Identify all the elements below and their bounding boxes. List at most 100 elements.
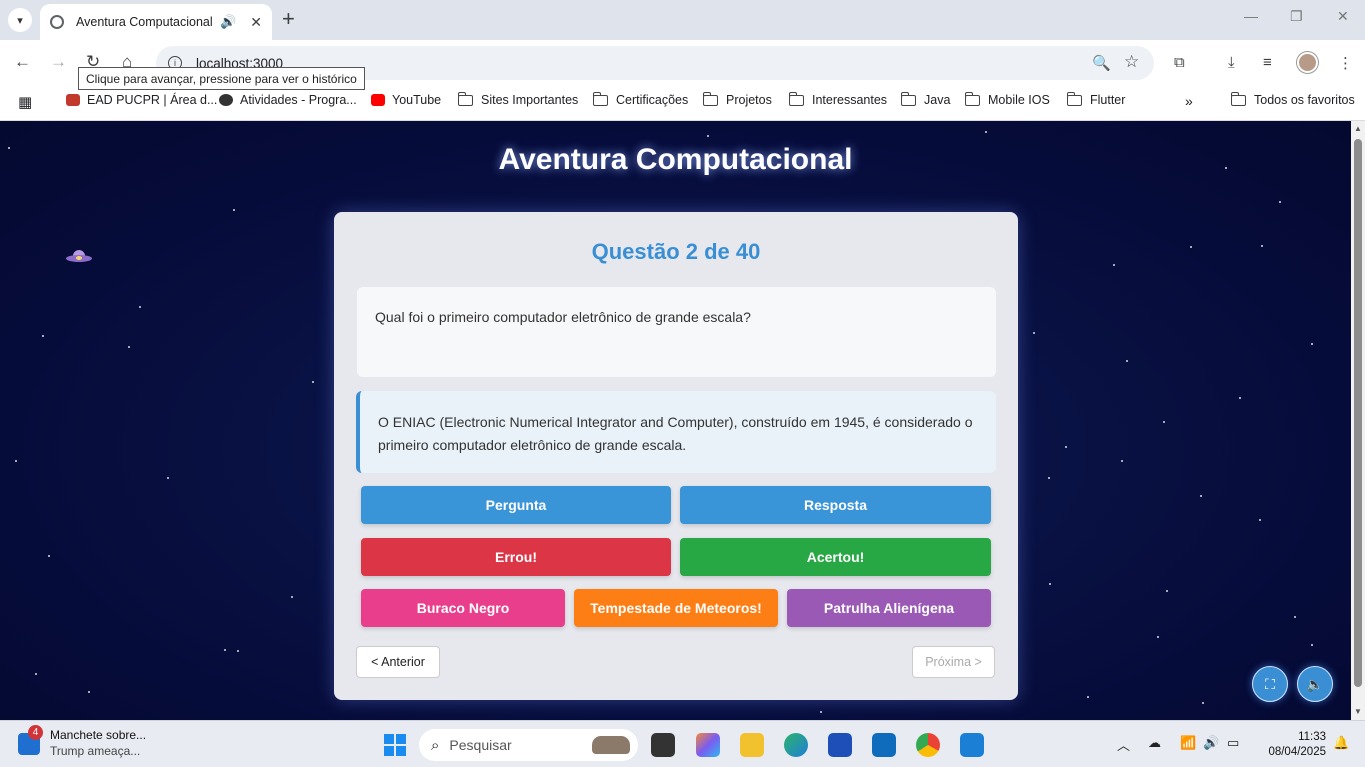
menu-icon[interactable]: ⋮	[1338, 54, 1353, 72]
atividades-icon	[219, 94, 233, 106]
bookmark-folder-certificacoes[interactable]: Certificações	[592, 91, 688, 107]
taskbar-search[interactable]: ⌕ Pesquisar	[419, 729, 638, 761]
clock-time: 11:33	[1298, 731, 1326, 743]
apps-grid-icon[interactable]: ▦	[18, 93, 32, 111]
answer-text: O ENIAC (Electronic Numerical Integrator…	[378, 414, 973, 453]
star	[35, 673, 37, 675]
windows-start-icon[interactable]	[384, 734, 406, 756]
page-scrollbar[interactable]: ▲ ▼	[1351, 121, 1365, 720]
folder-icon	[1230, 91, 1246, 106]
bookmark-ead[interactable]: EAD PUCPR | Área d...	[66, 93, 217, 107]
profile-avatar[interactable]	[1297, 52, 1318, 73]
chrome-icon[interactable]	[916, 733, 940, 757]
more-bookmarks-chevron-icon[interactable]: »	[1185, 93, 1193, 109]
file-explorer-icon[interactable]	[740, 733, 764, 757]
bookmark-atividades[interactable]: Atividades - Progra...	[219, 93, 357, 107]
bookmark-folder-interessantes[interactable]: Interessantes	[788, 91, 887, 107]
extensions-icon[interactable]: ⧉	[1174, 54, 1185, 71]
star	[128, 346, 130, 348]
pucpr-icon	[66, 94, 80, 106]
bookmarks-bar: ▦ EAD PUCPR | Área d... Atividades - Pro…	[0, 85, 1365, 121]
close-window-button[interactable]: ✕	[1337, 8, 1349, 25]
download-icon[interactable]: ⤓	[1228, 54, 1235, 71]
patrulha-alienigena-button[interactable]: Patrulha Alienígena	[787, 589, 991, 627]
question-heading: Questão 2 de 40	[591, 239, 761, 264]
media-control-icon[interactable]: ≡	[1263, 54, 1272, 71]
pergunta-button[interactable]: Pergunta	[361, 486, 671, 524]
star	[1311, 644, 1313, 646]
all-bookmarks-folder[interactable]: Todos os favoritos	[1230, 91, 1355, 107]
copilot-icon[interactable]	[696, 733, 720, 757]
search-icon: ⌕	[431, 736, 440, 754]
star	[139, 306, 141, 308]
news-widget[interactable]: 4 Manchete sobre... Trump ameaça...	[18, 725, 147, 759]
folder-icon	[1066, 91, 1082, 106]
tray-chevron-icon[interactable]: ︿	[1117, 735, 1130, 754]
sound-button[interactable]: 🔈	[1297, 666, 1333, 702]
buraco-negro-button[interactable]: Buraco Negro	[361, 589, 565, 627]
star	[1200, 495, 1202, 497]
star	[237, 650, 239, 652]
active-tab[interactable]: Aventura Computacional 🔊 ✕	[40, 4, 272, 40]
star	[15, 460, 17, 462]
star	[1166, 590, 1168, 592]
minimize-button[interactable]: —	[1244, 8, 1258, 24]
search-highlight-image	[592, 736, 630, 754]
news-title: Manchete sobre...	[50, 728, 147, 742]
back-button[interactable]: ←	[14, 52, 31, 72]
errou-button[interactable]: Errou!	[361, 538, 671, 576]
wifi-icon[interactable]: 📶	[1180, 735, 1196, 751]
close-tab-icon[interactable]: ✕	[250, 14, 262, 31]
bookmark-folder-sites[interactable]: Sites Importantes	[457, 91, 578, 107]
tab-strip: ▾ Aventura Computacional 🔊 ✕ + — ❐ ✕	[0, 0, 1365, 40]
star	[820, 711, 822, 713]
folder-icon	[900, 91, 916, 106]
star	[1065, 446, 1067, 448]
zoom-icon[interactable]: 🔍	[1092, 54, 1111, 72]
new-tab-button[interactable]: +	[282, 7, 295, 31]
bookmark-folder-mobile-ios[interactable]: Mobile IOS	[964, 91, 1050, 107]
next-button[interactable]: Próxima >	[912, 646, 995, 678]
forward-tooltip: Clique para avançar, pressione para ver …	[78, 67, 365, 90]
clock[interactable]: 11:33 08/04/2025	[1260, 730, 1326, 760]
bookmark-folder-flutter[interactable]: Flutter	[1066, 91, 1125, 107]
onedrive-icon[interactable]: ☁	[1148, 735, 1161, 751]
forward-button[interactable]: →	[50, 52, 67, 72]
bookmark-folder-projetos[interactable]: Projetos	[702, 91, 772, 107]
star	[1087, 696, 1089, 698]
folder-icon	[964, 91, 980, 106]
scroll-thumb[interactable]	[1354, 139, 1362, 687]
volume-icon[interactable]: 🔊	[1203, 735, 1219, 751]
question-box: Qual foi o primeiro computador eletrônic…	[357, 287, 996, 377]
task-view-icon[interactable]	[651, 733, 675, 757]
previous-button[interactable]: < Anterior	[356, 646, 440, 678]
store-icon[interactable]	[828, 733, 852, 757]
star	[1190, 246, 1192, 248]
battery-icon[interactable]: ▭	[1227, 735, 1239, 751]
bookmark-folder-java[interactable]: Java	[900, 91, 950, 107]
resposta-button[interactable]: Resposta	[680, 486, 991, 524]
fullscreen-button[interactable]: ⛶	[1252, 666, 1288, 702]
tempestade-meteoros-button[interactable]: Tempestade de Meteoros!	[574, 589, 778, 627]
bookmark-youtube[interactable]: YouTube	[371, 93, 441, 107]
edge-icon[interactable]	[784, 733, 808, 757]
answer-box: O ENIAC (Electronic Numerical Integrator…	[356, 391, 996, 473]
acertou-button[interactable]: Acertou!	[680, 538, 991, 576]
star	[1121, 460, 1123, 462]
star	[1048, 477, 1050, 479]
folder-icon	[457, 91, 473, 106]
vscode-icon[interactable]	[960, 733, 984, 757]
star	[1126, 360, 1128, 362]
notifications-icon[interactable]: 🔔	[1333, 735, 1349, 751]
youtube-icon	[371, 94, 385, 106]
outlook-icon[interactable]	[872, 733, 896, 757]
tab-search-button[interactable]: ▾	[8, 8, 32, 32]
question-text: Qual foi o primeiro computador eletrônic…	[375, 309, 751, 325]
bookmark-star-icon[interactable]: ☆	[1124, 52, 1139, 72]
restore-button[interactable]: ❐	[1290, 8, 1303, 25]
speaker-icon[interactable]: 🔊	[220, 14, 236, 30]
scroll-down-icon[interactable]: ▼	[1354, 707, 1362, 716]
scroll-up-icon[interactable]: ▲	[1354, 124, 1362, 133]
search-placeholder: Pesquisar	[449, 737, 512, 753]
folder-icon	[788, 91, 804, 106]
